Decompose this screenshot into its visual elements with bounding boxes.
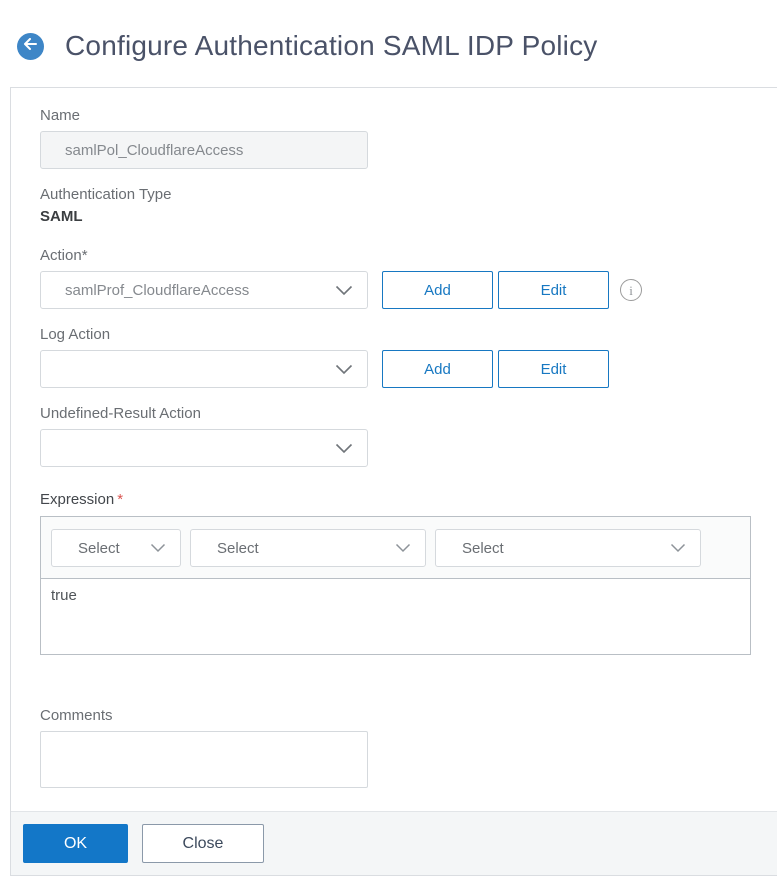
- expression-select-3[interactable]: Select: [435, 529, 701, 567]
- expression-field-group: Expression * Select Select Select true: [40, 491, 777, 655]
- expression-select-1[interactable]: Select: [51, 529, 181, 567]
- chevron-down-icon: [395, 543, 411, 553]
- expression-select-1-value: Select: [78, 539, 120, 557]
- expression-toolbar: Select Select Select: [41, 517, 750, 579]
- expression-builder: Select Select Select true: [40, 516, 751, 655]
- expression-label: Expression *: [40, 491, 124, 508]
- undefined-result-label: Undefined-Result Action: [40, 405, 201, 422]
- action-add-button[interactable]: Add: [382, 271, 493, 309]
- auth-type-value: SAML: [40, 208, 83, 225]
- action-field-group: Action* samlProf_CloudflareAccess Add Ed…: [40, 247, 777, 309]
- page-title: Configure Authentication SAML IDP Policy: [65, 30, 598, 61]
- chevron-down-icon: [335, 443, 353, 454]
- name-label: Name: [40, 107, 81, 124]
- arrow-left-icon: [23, 37, 38, 55]
- auth-type-group: Authentication Type SAML: [40, 186, 777, 225]
- comments-input[interactable]: [40, 731, 368, 788]
- chevron-down-icon: [335, 364, 353, 375]
- expression-select-2-value: Select: [217, 539, 259, 557]
- log-action-edit-button[interactable]: Edit: [498, 350, 609, 388]
- ok-button[interactable]: OK: [23, 824, 128, 863]
- expression-input[interactable]: true: [41, 579, 750, 654]
- action-edit-button[interactable]: Edit: [498, 271, 609, 309]
- name-input: [40, 131, 368, 169]
- expression-select-3-value: Select: [462, 539, 504, 557]
- undefined-result-field-group: Undefined-Result Action: [40, 405, 777, 467]
- action-label: Action*: [40, 247, 88, 264]
- chevron-down-icon: [335, 285, 353, 296]
- comments-field-group: Comments: [40, 707, 777, 788]
- info-icon[interactable]: i: [620, 279, 642, 301]
- auth-type-label: Authentication Type: [40, 186, 172, 203]
- page-header: Configure Authentication SAML IDP Policy: [0, 0, 777, 62]
- undefined-result-select[interactable]: [40, 429, 368, 467]
- name-field-group: Name: [40, 107, 777, 169]
- action-select-value: samlProf_CloudflareAccess: [65, 281, 250, 299]
- close-button[interactable]: Close: [142, 824, 264, 863]
- form-footer: OK Close: [11, 811, 777, 875]
- chevron-down-icon: [150, 543, 166, 553]
- form-panel: Name Authentication Type SAML Action* sa…: [10, 87, 777, 876]
- chevron-down-icon: [670, 543, 686, 553]
- log-action-field-group: Log Action Add Edit: [40, 326, 777, 388]
- log-action-label: Log Action: [40, 326, 111, 343]
- log-action-add-button[interactable]: Add: [382, 350, 493, 388]
- back-button[interactable]: [17, 32, 44, 60]
- expression-select-2[interactable]: Select: [190, 529, 426, 567]
- required-asterisk: *: [117, 491, 124, 508]
- comments-label: Comments: [40, 707, 113, 724]
- action-select[interactable]: samlProf_CloudflareAccess: [40, 271, 368, 309]
- log-action-select[interactable]: [40, 350, 368, 388]
